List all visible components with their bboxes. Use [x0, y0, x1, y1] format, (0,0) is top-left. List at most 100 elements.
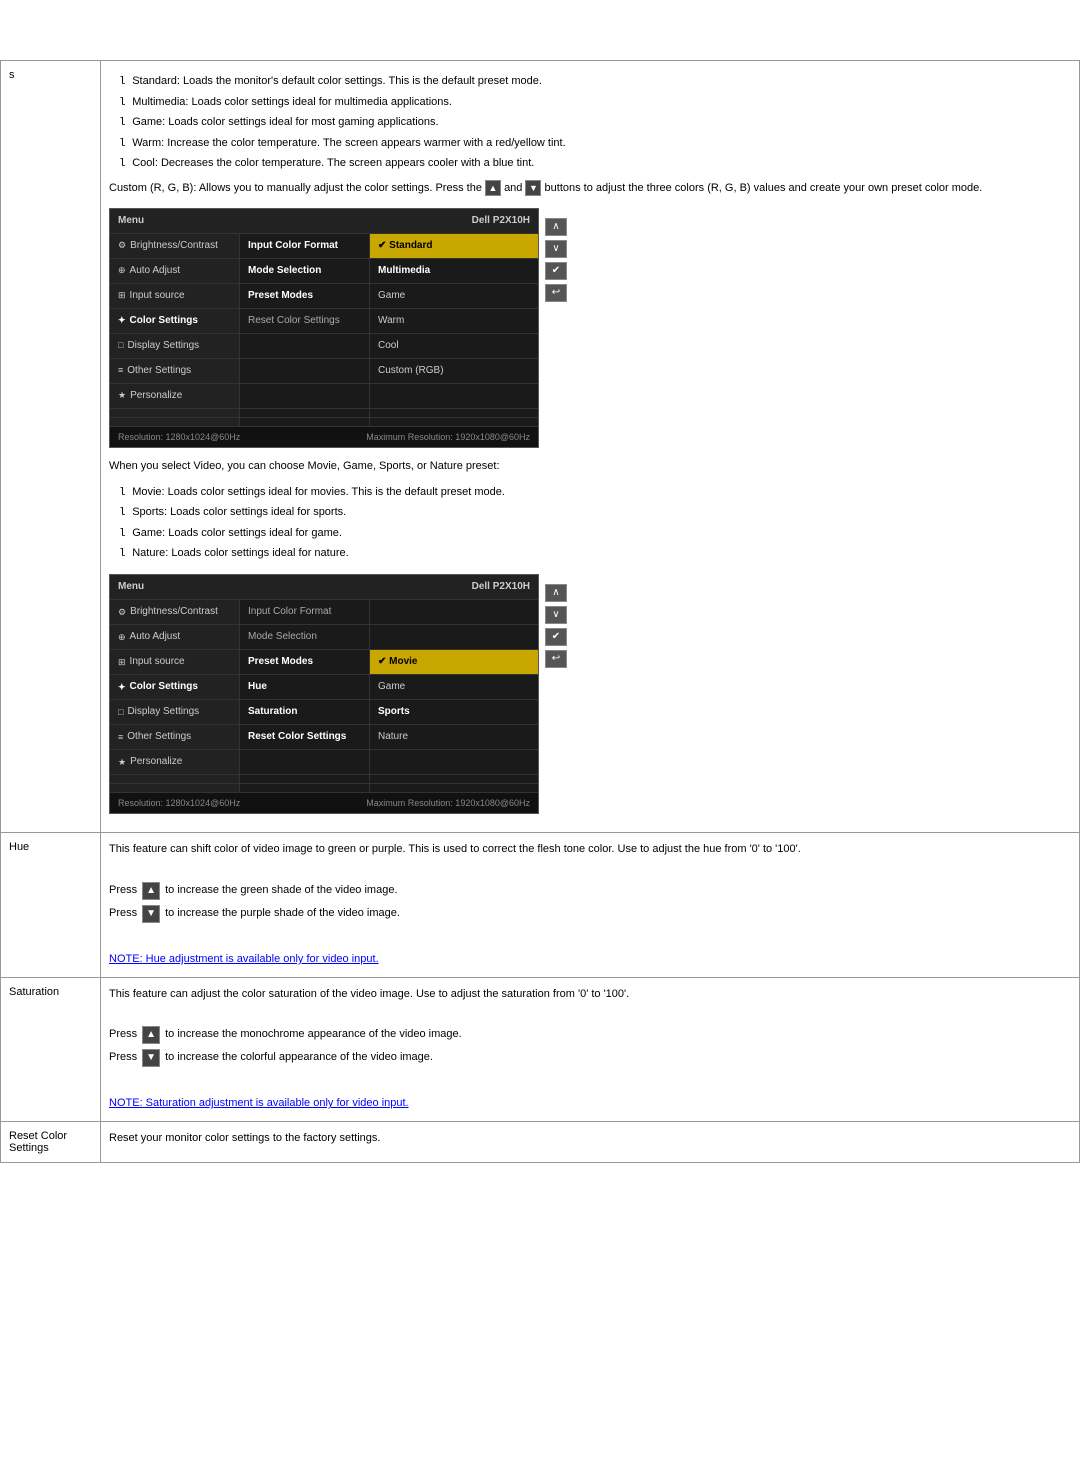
section-label-s: s	[1, 61, 101, 833]
hue-label: Hue	[1, 833, 101, 977]
custom-note: Custom (R, G, B): Allows you to manually…	[109, 180, 1071, 198]
osd-row	[110, 408, 538, 417]
list-item: Sports: Loads color settings ideal for s…	[119, 504, 1071, 523]
osd-col1: ★ Personalize	[110, 384, 240, 408]
list-icon: ≡	[118, 363, 123, 377]
osd-row: ⚙ Brightness/Contrast Input Color Format	[110, 599, 538, 624]
list-icon: ≡	[118, 730, 123, 744]
osd-col1: ≡ Other Settings	[110, 359, 240, 383]
plus-icon: ⊕	[118, 263, 126, 277]
video-section-intro: When you select Video, you can choose Mo…	[109, 458, 1071, 476]
osd-col2: Mode Selection	[240, 259, 370, 283]
display-icon: ⊞	[118, 655, 126, 669]
osd-back-button-2[interactable]: ↩	[545, 650, 567, 668]
osd-col3	[370, 409, 538, 417]
list-item: Game: Loads color settings ideal for mos…	[119, 114, 1071, 133]
osd-col3: Game	[370, 284, 538, 308]
osd-col2	[240, 359, 370, 383]
down-arrow-button-sat[interactable]: ▼	[142, 1049, 160, 1067]
osd-col3: Sports	[370, 700, 538, 724]
saturation-content: This feature can adjust the color satura…	[101, 977, 1080, 1121]
osd-row: ★ Personalize	[110, 383, 538, 408]
display-icon: ⊞	[118, 288, 126, 302]
osd-col1: □ Display Settings	[110, 334, 240, 358]
gear-icon: ⚙	[118, 605, 126, 619]
osd-footer-1: Resolution: 1280x1024@60Hz Maximum Resol…	[110, 426, 538, 447]
up-arrow-button[interactable]: ▲	[142, 882, 160, 900]
plus-icon: ⊕	[118, 630, 126, 644]
osd-check-button[interactable]: ✔	[545, 262, 567, 280]
osd-col2: Reset Color Settings	[240, 309, 370, 333]
osd-col2: Hue	[240, 675, 370, 699]
osd-col2	[240, 775, 370, 783]
saturation-description: This feature can adjust the color satura…	[109, 986, 1071, 1004]
osd-col1: □ Display Settings	[110, 700, 240, 724]
osd-col3: Cool	[370, 334, 538, 358]
down-arrow-icon: ▼	[525, 180, 541, 196]
list-item: Cool: Decreases the color temperature. T…	[119, 155, 1071, 174]
osd-col2: Input Color Format	[240, 600, 370, 624]
up-arrow-button-sat[interactable]: ▲	[142, 1026, 160, 1044]
osd-col1: ✦ Color Settings	[110, 675, 240, 699]
osd-check-button-2[interactable]: ✔	[545, 628, 567, 646]
osd-col2	[240, 334, 370, 358]
square-icon: □	[118, 338, 123, 352]
osd-col1: ⊕ Auto Adjust	[110, 625, 240, 649]
osd-down-button[interactable]: ∨	[545, 240, 567, 258]
osd-header-1: Menu Dell P2X10H	[110, 209, 538, 233]
osd-up-button-2[interactable]: ∧	[545, 584, 567, 602]
osd-col1	[110, 418, 240, 426]
osd-col1: ≡ Other Settings	[110, 725, 240, 749]
osd-back-button[interactable]: ↩	[545, 284, 567, 302]
saturation-press-down: Press ▼ to increase the colorful appeara…	[109, 1049, 1071, 1067]
reset-content: Reset your monitor color settings to the…	[101, 1122, 1080, 1163]
osd-up-button[interactable]: ∧	[545, 218, 567, 236]
color-icon: ✦	[118, 680, 126, 694]
osd-col2: Input Color Format	[240, 234, 370, 258]
osd-menu-box-2: Menu Dell P2X10H ⚙ Brightness/Contrast I…	[109, 574, 539, 814]
color-icon: ✦	[118, 313, 126, 327]
osd-col1: ⊕ Auto Adjust	[110, 259, 240, 283]
up-arrow-icon: ▲	[485, 180, 501, 196]
osd-col2: Preset Modes	[240, 284, 370, 308]
osd-col1: ⚙ Brightness/Contrast	[110, 600, 240, 624]
osd-row: ⊕ Auto Adjust Mode Selection	[110, 624, 538, 649]
reset-label: Reset Color Settings	[1, 1122, 101, 1163]
osd-menu-box-1: Menu Dell P2X10H ⚙ Brightness/Contrast I…	[109, 208, 539, 448]
osd-col3: ✔ Movie	[370, 650, 538, 674]
saturation-note: NOTE: Saturation adjustment is available…	[109, 1095, 1071, 1113]
osd-col3: Game	[370, 675, 538, 699]
section-content-s: Standard: Loads the monitor's default co…	[101, 61, 1080, 833]
osd-col1	[110, 409, 240, 417]
osd-col3	[370, 784, 538, 792]
gear-icon: ⚙	[118, 238, 126, 252]
list-item: Nature: Loads color settings ideal for n…	[119, 545, 1071, 564]
osd-col2: Reset Color Settings	[240, 725, 370, 749]
square-icon: □	[118, 705, 123, 719]
osd-col2	[240, 418, 370, 426]
osd-col3: Custom (RGB)	[370, 359, 538, 383]
osd-col2	[240, 409, 370, 417]
osd-col1: ★ Personalize	[110, 750, 240, 774]
osd-down-button-2[interactable]: ∨	[545, 606, 567, 624]
osd-col1	[110, 775, 240, 783]
osd-col2	[240, 784, 370, 792]
osd-col1	[110, 784, 240, 792]
list-item: Game: Loads color settings ideal for gam…	[119, 525, 1071, 544]
preset-modes-list: Standard: Loads the monitor's default co…	[109, 73, 1071, 174]
osd-col1: ✦ Color Settings	[110, 309, 240, 333]
osd-menu-2: Menu Dell P2X10H ⚙ Brightness/Contrast I…	[109, 574, 1071, 814]
osd-col2: Mode Selection	[240, 625, 370, 649]
osd-row: ✦ Color Settings Hue Game	[110, 674, 538, 699]
osd-col3	[370, 750, 538, 774]
osd-col2: Saturation	[240, 700, 370, 724]
osd-col3: Warm	[370, 309, 538, 333]
osd-row: ⊞ Input source Preset Modes ✔ Movie	[110, 649, 538, 674]
osd-col1: ⊞ Input source	[110, 650, 240, 674]
osd-row: □ Display Settings Saturation Sports	[110, 699, 538, 724]
osd-controls-2: ∧ ∨ ✔ ↩	[545, 574, 567, 668]
osd-col3	[370, 418, 538, 426]
osd-col3: Nature	[370, 725, 538, 749]
list-item: Warm: Increase the color temperature. Th…	[119, 135, 1071, 154]
down-arrow-button[interactable]: ▼	[142, 905, 160, 923]
